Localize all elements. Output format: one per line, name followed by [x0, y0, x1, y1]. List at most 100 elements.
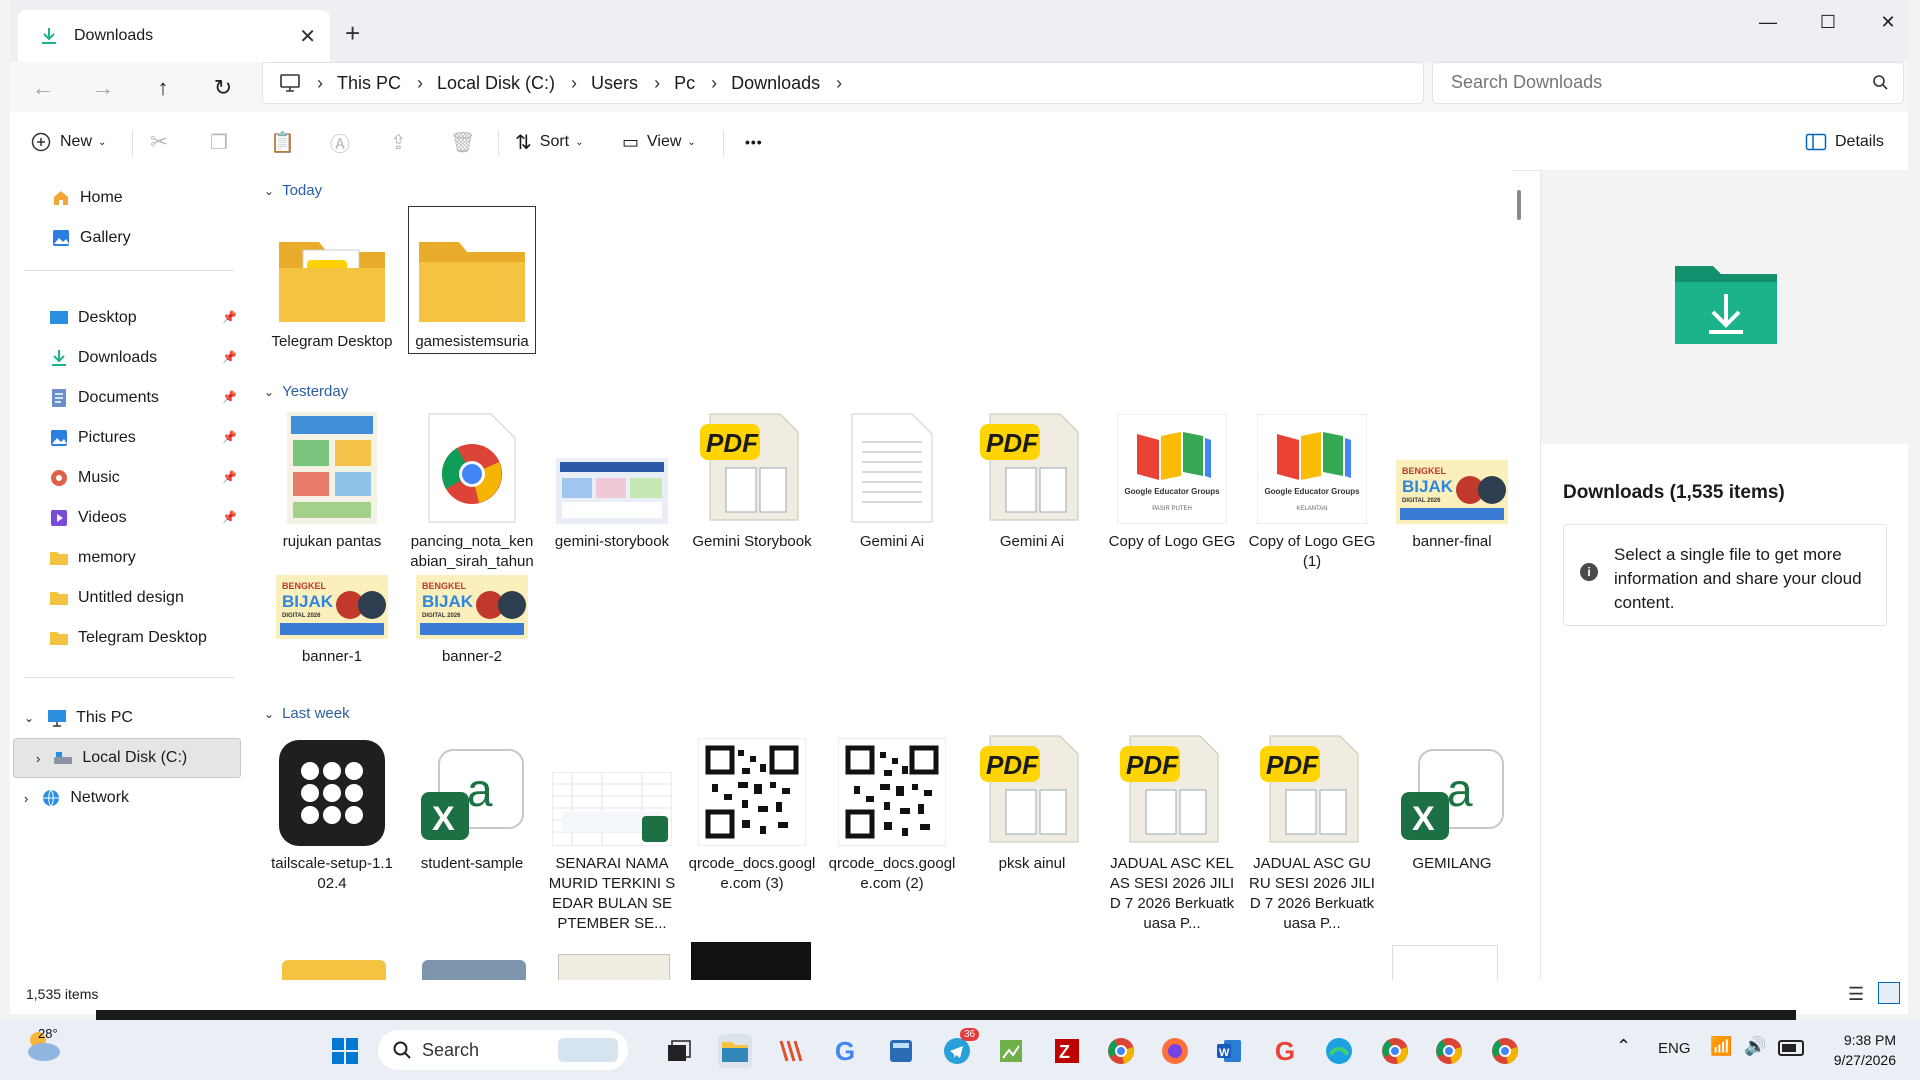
details-button[interactable]: Details: [1805, 124, 1884, 160]
weather-widget[interactable]: 28°: [22, 1026, 66, 1072]
file-item-selected[interactable]: gamesistemsuria: [408, 206, 536, 354]
file-item[interactable]: Google Educator Groups PASIR PUTEH Copy o…: [1108, 406, 1236, 552]
breadcrumb-local-disk[interactable]: Local Disk (C:): [437, 73, 555, 94]
sidebar-item-pictures[interactable]: Pictures: [48, 423, 136, 453]
refresh-button[interactable]: ↻: [205, 70, 241, 106]
file-item[interactable]: tailscale-setup-1.102.4: [268, 728, 396, 894]
file-item[interactable]: PDF Telegram Desktop: [268, 206, 396, 352]
google-icon[interactable]: G: [1268, 1034, 1302, 1068]
chevron-right-icon[interactable]: ›: [836, 73, 842, 94]
new-tab-button[interactable]: +: [345, 18, 360, 49]
firefox-icon[interactable]: [1158, 1034, 1192, 1068]
sidebar-item-downloads[interactable]: Downloads: [48, 343, 157, 373]
tab-close-button[interactable]: ✕: [299, 24, 316, 49]
image-thumbnail[interactable]: [691, 942, 811, 980]
file-item[interactable]: PDF Gemini Ai: [968, 406, 1096, 552]
chrome-icon[interactable]: [1378, 1034, 1412, 1068]
taskbar-search[interactable]: Search: [378, 1030, 628, 1070]
folder-icon[interactable]: [422, 960, 526, 980]
sort-button[interactable]: ⇅ Sort ⌄: [515, 124, 584, 160]
volume-icon[interactable]: 🔊: [1744, 1036, 1766, 1057]
file-item[interactable]: BENGKEL BIJAK DIGITAL 2026 banner-2: [408, 547, 536, 667]
rename-icon[interactable]: Ⓐ: [330, 124, 350, 160]
close-window-button[interactable]: ✕: [1865, 8, 1908, 36]
breadcrumb-this-pc[interactable]: This PC: [337, 73, 401, 94]
back-button[interactable]: ←: [25, 70, 61, 106]
sidebar-item-memory[interactable]: memory: [48, 543, 136, 573]
view-button[interactable]: ▭ View ⌄: [622, 124, 696, 160]
wifi-icon[interactable]: 📶: [1710, 1036, 1732, 1057]
file-item[interactable]: Google Educator Groups KELANTAN Copy of L…: [1248, 406, 1376, 572]
start-button[interactable]: [328, 1034, 362, 1068]
word-icon[interactable]: W: [1212, 1034, 1246, 1068]
tab-downloads[interactable]: Downloads ✕: [18, 10, 330, 62]
share-icon[interactable]: ⇪: [390, 124, 407, 160]
pin-icon[interactable]: 📌: [222, 310, 237, 324]
group-header-last-week[interactable]: ⌄ Last week: [264, 705, 350, 722]
new-button[interactable]: New ⌄: [30, 124, 106, 160]
paste-icon[interactable]: 📋: [270, 124, 295, 160]
telegram-icon[interactable]: 36: [940, 1028, 980, 1068]
sidebar-item-gallery[interactable]: Gallery: [50, 223, 131, 253]
group-header-yesterday[interactable]: ⌄ Yesterday: [264, 383, 348, 400]
app-icon[interactable]: [774, 1034, 808, 1068]
file-item[interactable]: aX student-sample: [408, 728, 536, 874]
chevron-right-icon[interactable]: ›: [36, 751, 40, 766]
cut-icon[interactable]: ✂: [150, 124, 168, 160]
address-bar[interactable]: › This PC › Local Disk (C:) › Users › Pc…: [262, 62, 1424, 104]
pin-icon[interactable]: 📌: [222, 430, 237, 444]
file-item[interactable]: aX GEMILANG: [1388, 728, 1516, 874]
sidebar-item-this-pc[interactable]: ⌄ This PC: [24, 703, 133, 733]
minimize-button[interactable]: —: [1745, 8, 1791, 36]
file-item[interactable]: PDF pksk ainul: [968, 728, 1096, 874]
sidebar-item-videos[interactable]: Videos: [48, 503, 127, 533]
chrome-icon[interactable]: [1104, 1034, 1138, 1068]
sidebar-item-network[interactable]: › Network: [24, 783, 129, 813]
pin-icon[interactable]: 📌: [222, 390, 237, 404]
pin-icon[interactable]: 📌: [222, 510, 237, 524]
file-item[interactable]: PDF Gemini Storybook: [688, 406, 816, 552]
file-item[interactable]: gemini-storybook: [548, 406, 676, 552]
sidebar-item-desktop[interactable]: Desktop: [48, 303, 137, 333]
scrollbar-thumb[interactable]: [1517, 190, 1521, 220]
sidebar-item-home[interactable]: Home: [50, 183, 123, 213]
file-item[interactable]: PDF JADUAL ASC GURU SESI 2026 JILID 7 20…: [1248, 728, 1376, 934]
search-input[interactable]: [1449, 71, 1853, 94]
battery-icon[interactable]: [1778, 1040, 1804, 1056]
language-indicator[interactable]: ENG: [1658, 1040, 1691, 1057]
copy-icon[interactable]: ❐: [210, 124, 228, 160]
list-view-icon[interactable]: ☰: [1848, 984, 1864, 1005]
image-thumbnail[interactable]: [1392, 945, 1498, 982]
group-header-today[interactable]: ⌄ Today: [264, 182, 322, 199]
sidebar-item-local-disk[interactable]: › Local Disk (C:): [36, 743, 187, 773]
pin-icon[interactable]: 📌: [222, 350, 237, 364]
file-item[interactable]: PDF JADUAL ASC KELAS SESI 2026 JILID 7 2…: [1108, 728, 1236, 934]
pin-icon[interactable]: 📌: [222, 470, 237, 484]
sidebar-item-documents[interactable]: Documents: [48, 383, 159, 413]
file-item[interactable]: qrcode_docs.google.com (2): [828, 728, 956, 894]
folder-icon[interactable]: [282, 960, 386, 980]
chevron-down-icon[interactable]: ⌄: [24, 711, 34, 725]
file-item[interactable]: SENARAI NAMA MURID TERKINI SEDAR BULAN S…: [548, 728, 676, 934]
sidebar-item-untitled-design[interactable]: Untitled design: [48, 583, 184, 613]
google-icon[interactable]: G: [828, 1034, 862, 1068]
chrome-icon[interactable]: [1432, 1034, 1466, 1068]
more-options-button[interactable]: •••: [745, 124, 763, 160]
breadcrumb-pc[interactable]: Pc: [674, 73, 695, 94]
file-item[interactable]: BENGKEL BIJAK DIGITAL 2026 banner-final: [1388, 406, 1516, 552]
breadcrumb-users[interactable]: Users: [591, 73, 638, 94]
file-item[interactable]: rujukan pantas: [268, 406, 396, 552]
filezilla-icon[interactable]: Z: [1050, 1034, 1084, 1068]
tiles-view-icon[interactable]: [1878, 982, 1900, 1004]
file-explorer-taskbar-icon[interactable]: [718, 1034, 752, 1068]
chevron-right-icon[interactable]: ›: [24, 791, 28, 806]
clock[interactable]: 9:38 PM 9/27/2026: [1834, 1030, 1896, 1070]
calculator-icon[interactable]: [884, 1034, 918, 1068]
up-button[interactable]: ↑: [145, 70, 181, 106]
chevron-up-icon[interactable]: ⌃: [1616, 1036, 1631, 1057]
forward-button[interactable]: →: [85, 70, 121, 106]
delete-icon[interactable]: 🗑: [450, 124, 475, 160]
sidebar-item-telegram-desktop[interactable]: Telegram Desktop: [48, 623, 207, 653]
file-item[interactable]: qrcode_docs.google.com (3): [688, 728, 816, 894]
edge-icon[interactable]: [1322, 1034, 1356, 1068]
